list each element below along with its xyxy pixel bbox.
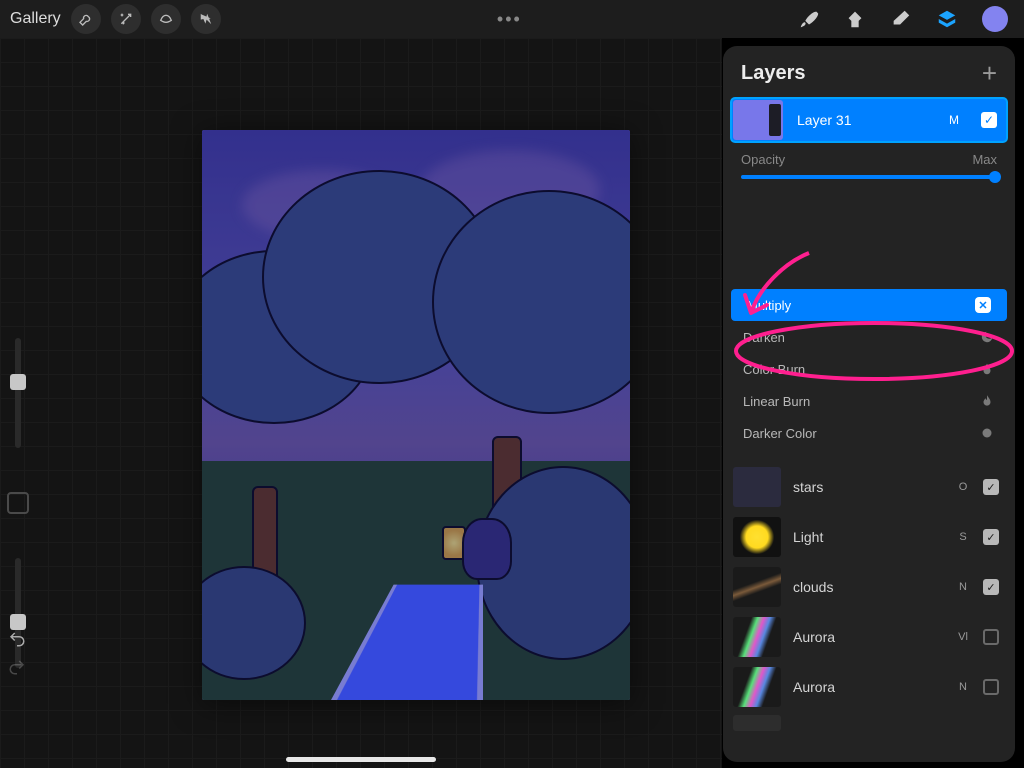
layer-name: Aurora: [793, 629, 943, 645]
moon-icon: [979, 329, 995, 345]
layer-row-clouds[interactable]: clouds N ✓: [729, 563, 1009, 611]
layer-row-stars[interactable]: stars O ✓: [729, 463, 1009, 511]
layer-name: Aurora: [793, 679, 943, 695]
layer-thumbnail: [733, 517, 781, 557]
layer-row-aurora-1[interactable]: Aurora Vl: [729, 613, 1009, 661]
active-layer-row[interactable]: Layer 31 M ✓: [731, 98, 1007, 142]
layer-name: Light: [793, 529, 943, 545]
layer-thumbnail: [733, 715, 781, 731]
layer-row-aurora-2[interactable]: Aurora N: [729, 663, 1009, 711]
circle-icon: [979, 425, 995, 441]
blend-mode-darker-color[interactable]: Darker Color: [727, 417, 1011, 449]
blend-mode-label: Linear Burn: [743, 394, 810, 409]
top-toolbar: Gallery •••: [0, 0, 1024, 38]
opacity-slider[interactable]: [741, 175, 997, 179]
blend-mode-color-burn[interactable]: Color Burn: [727, 353, 1011, 385]
layer-thumbnail: [733, 567, 781, 607]
layer-blend-short[interactable]: Vl: [955, 631, 971, 643]
layer-blend-short[interactable]: N: [955, 581, 971, 593]
blend-mode-label: Darken: [743, 330, 785, 345]
actions-wrench-icon[interactable]: [71, 4, 101, 34]
canvas-artwork[interactable]: [202, 130, 630, 700]
home-indicator: [286, 757, 436, 762]
active-layer-blend-short[interactable]: M: [949, 113, 959, 127]
brush-tool-icon[interactable]: [798, 8, 820, 30]
active-layer-name: Layer 31: [797, 112, 937, 128]
layer-row-partial[interactable]: [729, 713, 1009, 733]
blend-mode-darken[interactable]: Darken: [727, 321, 1011, 353]
layer-row-light[interactable]: Light S ✓: [729, 513, 1009, 561]
layer-list: stars O ✓ Light S ✓ clouds N ✓ Aurora Vl…: [729, 463, 1009, 733]
brush-size-slider[interactable]: [15, 338, 21, 448]
layer-name: stars: [793, 479, 943, 495]
redo-button[interactable]: [6, 656, 28, 678]
layer-blend-short[interactable]: S: [955, 531, 971, 543]
smudge-tool-icon[interactable]: [844, 8, 866, 30]
layers-panel: Layers + Layer 31 M ✓ Opacity Max Multip…: [723, 46, 1015, 762]
sidebar-sliders: [6, 338, 30, 668]
layer-thumbnail: [733, 617, 781, 657]
layers-tool-icon[interactable]: [936, 8, 958, 30]
active-layer-thumbnail: [733, 100, 783, 140]
layer-blend-short[interactable]: N: [955, 681, 971, 693]
undo-button[interactable]: [6, 628, 28, 650]
blend-mode-linear-burn[interactable]: Linear Burn: [727, 385, 1011, 417]
blend-mode-picker[interactable]: Multiply ✕ Darken Color Burn Linear Burn: [727, 189, 1011, 449]
eraser-tool-icon[interactable]: [890, 8, 912, 30]
layer-visibility-checkbox[interactable]: ✓: [983, 479, 999, 495]
layers-panel-title: Layers: [741, 62, 806, 85]
layer-visibility-checkbox[interactable]: ✓: [983, 579, 999, 595]
opacity-label: Opacity: [741, 152, 785, 167]
add-layer-button[interactable]: +: [982, 60, 997, 86]
adjustments-wand-icon[interactable]: [111, 4, 141, 34]
layer-blend-short[interactable]: O: [955, 481, 971, 493]
more-menu-icon[interactable]: •••: [221, 9, 798, 30]
canvas-area[interactable]: [0, 38, 722, 768]
modify-button[interactable]: [7, 492, 29, 514]
opacity-value: Max: [972, 152, 997, 167]
layer-thumbnail: [733, 667, 781, 707]
gallery-button[interactable]: Gallery: [10, 10, 61, 28]
layer-thumbnail: [733, 467, 781, 507]
active-layer-visibility-checkbox[interactable]: ✓: [981, 112, 997, 128]
flame-icon: [979, 393, 995, 409]
blend-mode-multiply[interactable]: Multiply ✕: [731, 289, 1007, 321]
layer-visibility-checkbox[interactable]: [983, 679, 999, 695]
blend-mode-label: Darker Color: [743, 426, 817, 441]
color-picker-swatch[interactable]: [982, 6, 1008, 32]
transform-arrow-icon[interactable]: [191, 4, 221, 34]
layer-visibility-checkbox[interactable]: [983, 629, 999, 645]
blend-mode-label: Color Burn: [743, 362, 805, 377]
layer-visibility-checkbox[interactable]: ✓: [983, 529, 999, 545]
blend-mode-label: Multiply: [747, 298, 791, 313]
layer-name: clouds: [793, 579, 943, 595]
multiply-badge-icon: ✕: [975, 297, 991, 313]
selection-icon[interactable]: [151, 4, 181, 34]
droplet-icon: [979, 361, 995, 377]
